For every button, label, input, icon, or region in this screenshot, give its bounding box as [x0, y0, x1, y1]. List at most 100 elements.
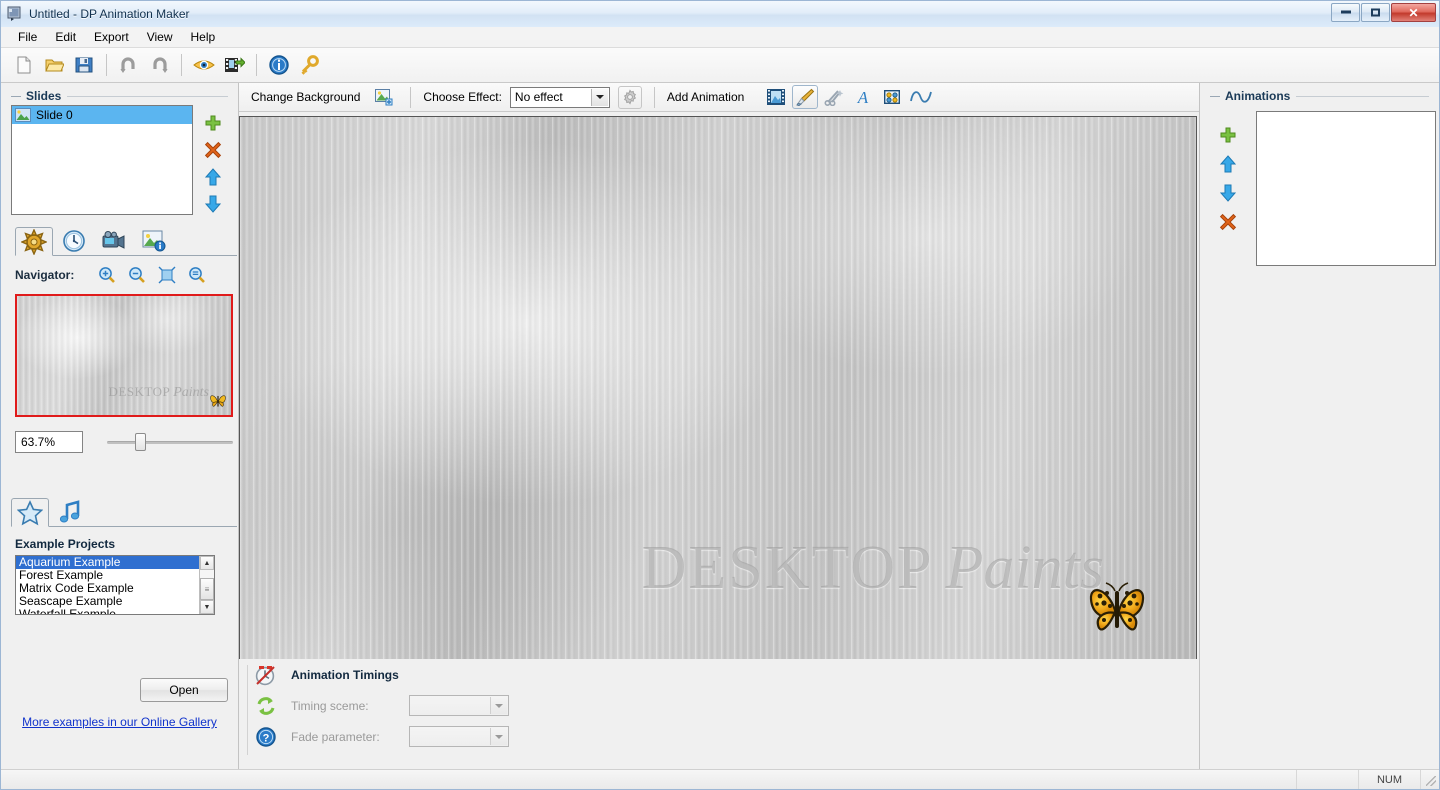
tab-example-projects[interactable] — [11, 498, 49, 527]
effect-select[interactable]: No effect — [510, 87, 610, 108]
delete-slide-icon[interactable] — [203, 140, 223, 160]
move-slide-down-icon[interactable] — [203, 194, 223, 214]
minimize-button[interactable] — [1331, 3, 1360, 22]
navigator-butterfly-icon — [209, 393, 227, 409]
tab-image-info[interactable] — [135, 226, 173, 255]
open-folder-icon[interactable] — [40, 51, 68, 79]
info-icon[interactable] — [265, 51, 293, 79]
slides-list[interactable]: Slide 0 — [11, 105, 193, 215]
export-video-icon[interactable] — [220, 51, 248, 79]
delete-animation-icon[interactable] — [1218, 212, 1238, 232]
online-gallery-link[interactable]: More examples in our Online Gallery — [1, 715, 238, 729]
scrollbar-thumb[interactable]: ≡ — [200, 578, 214, 600]
tab-timing[interactable] — [55, 226, 93, 255]
camcorder-icon — [100, 229, 128, 253]
toolbar-separator — [106, 54, 107, 76]
left-panel: Slides Slide 0 — [1, 83, 239, 769]
close-button[interactable]: ✕ — [1391, 3, 1436, 22]
fade-parameter-select[interactable] — [409, 726, 509, 747]
animations-panel-title: Animations — [1225, 89, 1290, 103]
add-text-animation-icon[interactable]: A — [850, 85, 876, 109]
canvas-wrapper: DESKTOP Paints — [239, 112, 1199, 659]
butterfly-sprite[interactable] — [1086, 582, 1148, 638]
slide-canvas[interactable]: DESKTOP Paints — [239, 116, 1197, 661]
preview-eye-icon[interactable] — [190, 51, 218, 79]
maximize-button[interactable] — [1361, 3, 1390, 22]
actual-size-icon[interactable] — [182, 264, 212, 286]
menu-view[interactable]: View — [138, 28, 182, 46]
fade-parameter-row: ? Fade parameter: — [253, 721, 1199, 752]
save-disk-icon[interactable] — [70, 51, 98, 79]
zoom-in-icon[interactable] — [92, 264, 122, 286]
timing-scheme-select[interactable] — [409, 695, 509, 716]
minimize-icon — [1332, 7, 1359, 18]
example-list-scrollbar[interactable]: ▲ ≡ ▼ — [199, 556, 214, 614]
chevron-down-icon[interactable] — [591, 89, 608, 106]
tab-music[interactable] — [51, 497, 89, 526]
navigator-label: Navigator: — [15, 268, 74, 282]
redo-icon[interactable] — [145, 51, 173, 79]
choose-effect-label: Choose Effect: — [423, 90, 502, 104]
add-brush-animation-icon[interactable] — [792, 85, 818, 109]
scroll-up-icon[interactable]: ▲ — [200, 556, 214, 570]
list-item[interactable]: Waterfall Example — [16, 608, 199, 614]
add-wave-animation-icon[interactable] — [908, 85, 934, 109]
zoom-value-input[interactable]: 63.7% — [15, 431, 83, 453]
application-window: Untitled - DP Animation Maker ✕ File Edi… — [0, 0, 1440, 790]
resize-grip[interactable] — [1421, 770, 1439, 789]
add-effect-animation-icon[interactable] — [821, 85, 847, 109]
menu-bar: File Edit Export View Help — [1, 27, 1439, 48]
group-rule — [1296, 96, 1429, 97]
menu-help[interactable]: Help — [182, 28, 225, 46]
timing-scheme-row: Timing sceme: — [253, 690, 1199, 721]
navigator-watermark: DESKTOP Paints — [108, 384, 209, 401]
scrollbar-track[interactable]: ≡ — [200, 570, 214, 600]
key-icon[interactable] — [295, 51, 323, 79]
helm-icon — [21, 229, 47, 255]
navigator-row: Navigator: — [1, 256, 238, 290]
tab-video[interactable] — [95, 226, 133, 255]
zoom-slider-thumb[interactable] — [135, 433, 146, 451]
move-animation-up-icon[interactable] — [1218, 154, 1238, 174]
add-animation-icon[interactable] — [1218, 125, 1238, 145]
fit-to-window-icon[interactable] — [152, 264, 182, 286]
num-lock-indicator: NUM — [1359, 770, 1421, 789]
add-picture-animation-icon[interactable] — [763, 85, 789, 109]
open-button[interactable]: Open — [140, 678, 228, 702]
navigator-thumbnail[interactable]: DESKTOP Paints — [15, 294, 233, 417]
menu-export[interactable]: Export — [85, 28, 138, 46]
add-animation-label: Add Animation — [667, 90, 744, 104]
app-icon — [7, 6, 23, 22]
tab-navigator[interactable] — [15, 227, 53, 256]
add-sprite-animation-icon[interactable] — [879, 85, 905, 109]
example-projects-list[interactable]: Aquarium Example Forest Example Matrix C… — [15, 555, 215, 615]
canvas-watermark: DESKTOP Paints — [642, 533, 1104, 604]
menu-file[interactable]: File — [9, 28, 46, 46]
new-file-icon[interactable] — [10, 51, 38, 79]
image-info-icon — [141, 229, 167, 253]
chevron-down-icon[interactable] — [490, 697, 507, 714]
status-message — [1, 770, 1297, 789]
menu-edit[interactable]: Edit — [46, 28, 85, 46]
animation-timings-icon — [253, 662, 279, 688]
change-background-label[interactable]: Change Background — [251, 90, 360, 104]
change-background-icon[interactable] — [372, 86, 398, 108]
animations-list[interactable] — [1256, 111, 1436, 266]
scroll-down-icon[interactable]: ▼ — [200, 600, 214, 614]
zoom-out-icon[interactable] — [122, 264, 152, 286]
list-item[interactable]: Slide 0 — [12, 106, 192, 124]
right-panel: Animations — [1199, 83, 1439, 769]
zoom-slider[interactable] — [107, 432, 233, 452]
fade-parameter-label: Fade parameter: — [291, 730, 409, 744]
effect-settings-button[interactable] — [618, 86, 642, 109]
svg-text:A: A — [857, 88, 869, 106]
star-icon — [17, 500, 43, 526]
undo-icon[interactable] — [115, 51, 143, 79]
move-slide-up-icon[interactable] — [203, 167, 223, 187]
move-animation-down-icon[interactable] — [1218, 183, 1238, 203]
animations-group-header: Animations — [1200, 83, 1439, 105]
chevron-down-icon[interactable] — [490, 728, 507, 745]
clock-icon — [61, 228, 87, 254]
add-slide-icon[interactable] — [203, 113, 223, 133]
zoom-slider-track — [107, 441, 233, 444]
